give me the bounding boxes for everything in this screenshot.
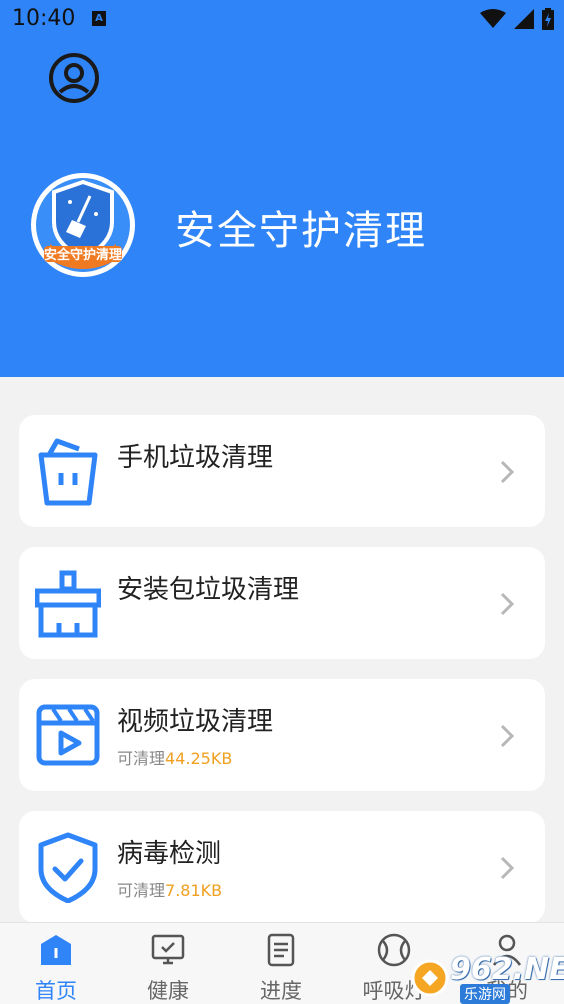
video-clapper-icon	[35, 699, 101, 771]
user-profile-icon	[49, 53, 99, 103]
trash-bin-icon	[35, 435, 101, 507]
watermark-text: 962.NET	[450, 952, 564, 987]
cleanable-label: 可清理	[117, 881, 166, 900]
card-title: 视频垃圾清理	[117, 707, 274, 737]
chevron-right-icon	[499, 855, 515, 881]
status-bar: 10:40 A	[0, 0, 564, 38]
card-title: 病毒检测	[117, 839, 222, 869]
chevron-right-icon	[499, 591, 515, 617]
home-icon	[41, 935, 71, 965]
status-time: 10:40	[12, 6, 76, 31]
nav-tab-health[interactable]: 健康	[112, 923, 224, 1004]
nav-tab-label: 首页	[35, 979, 77, 1003]
profile-button[interactable]	[48, 52, 100, 104]
wifi-icon	[480, 9, 506, 28]
document-list-icon	[267, 933, 295, 967]
brush-icon	[34, 567, 102, 639]
signal-icon	[514, 9, 534, 29]
site-watermark: 962.NET 乐游网	[410, 952, 564, 1004]
cleanable-amount: 7.81KB	[165, 881, 223, 900]
app-title: 安全守护清理	[175, 208, 427, 254]
card-title: 安装包垃圾清理	[117, 575, 300, 605]
chevron-right-icon	[499, 459, 515, 485]
card-virus-scan[interactable]: 病毒检测 可清理7.81KB	[19, 811, 545, 923]
nav-tab-home[interactable]: 首页	[0, 923, 112, 1004]
cleanable-label: 可清理	[117, 749, 166, 768]
shield-check-icon	[35, 831, 101, 904]
header-banner: 10:40 A 安全守护清理 安全守护清理	[0, 0, 564, 377]
watermark-subtext: 乐游网	[460, 984, 510, 1004]
app-logo: 安全守护清理	[30, 172, 136, 278]
monitor-check-icon	[151, 934, 185, 965]
status-icons	[480, 8, 554, 30]
logo-lettering: 安全守护清理	[44, 247, 122, 263]
cleanable-size: 可清理7.81KB	[117, 877, 222, 901]
card-package-junk-clean[interactable]: 安装包垃圾清理	[19, 547, 545, 659]
nav-tab-progress[interactable]: 进度	[225, 923, 337, 1004]
chevron-right-icon	[499, 723, 515, 749]
nav-tab-label: 进度	[260, 979, 302, 1003]
battery-icon	[542, 8, 554, 30]
cleanable-amount: 44.25KB	[165, 749, 233, 768]
shield-broom-logo-icon: 安全守护清理	[31, 173, 135, 277]
watermark-logo-icon	[411, 959, 449, 997]
cleanable-size: 可清理44.25KB	[117, 745, 232, 769]
card-title: 手机垃圾清理	[117, 443, 274, 473]
notification-a-icon: A	[92, 11, 106, 26]
nav-tab-label: 健康	[147, 979, 189, 1003]
ball-icon	[377, 933, 411, 967]
card-phone-junk-clean[interactable]: 手机垃圾清理	[19, 415, 545, 527]
card-video-junk-clean[interactable]: 视频垃圾清理 可清理44.25KB	[19, 679, 545, 791]
